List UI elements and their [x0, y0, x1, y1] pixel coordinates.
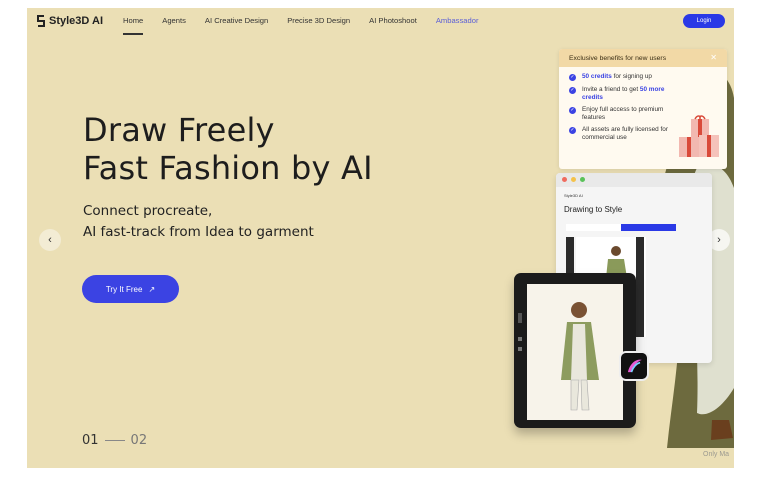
browser-tab-1: [566, 224, 621, 231]
login-button[interactable]: Login: [683, 14, 725, 28]
carousel-prev-button[interactable]: ‹: [39, 229, 61, 251]
logo[interactable]: Style3D AI: [36, 15, 103, 27]
nav-agents[interactable]: Agents: [162, 16, 186, 25]
chevron-left-icon: ‹: [48, 234, 52, 246]
logo-text: Style3D AI: [49, 15, 104, 27]
hero-stage: Style3D AI Home Agents AI Creative Desig…: [27, 8, 734, 468]
hero-title: Draw Freely Fast Fashion by AI: [83, 111, 373, 187]
browser-tabs: [566, 224, 676, 231]
browser-logo: Style3D AI: [564, 193, 583, 198]
benefit-item: ✓ 50 credits for signing up: [569, 73, 669, 81]
slide-pager: 01 02: [82, 433, 147, 448]
footer-text: Only Ma: [703, 451, 730, 458]
nav-ai-creative-design[interactable]: AI Creative Design: [205, 16, 268, 25]
try-it-free-button[interactable]: Try It Free ↗: [82, 275, 179, 303]
check-icon: ✓: [569, 87, 576, 94]
nav-ai-photoshoot[interactable]: AI Photoshoot: [369, 16, 417, 25]
try-it-free-label: Try It Free: [105, 284, 143, 294]
procreate-app-icon: [619, 351, 649, 381]
benefits-header-text: Exclusive benefits for new users: [569, 55, 667, 62]
check-icon: ✓: [569, 107, 576, 115]
check-icon: ✓: [569, 127, 576, 135]
tablet-toolbar: [518, 313, 522, 351]
hero-subtitle-line2: AI fast-track from Idea to garment: [83, 224, 314, 240]
pager-current[interactable]: 01: [82, 433, 99, 448]
benefits-header: Exclusive benefits for new users ✕: [559, 49, 727, 67]
style3d-logo-icon: [37, 15, 45, 27]
nav-links: Home Agents AI Creative Design Precise 3…: [123, 16, 479, 35]
benefit-item: ✓ Enjoy full access to premium features: [569, 106, 669, 121]
close-dot-icon: [562, 177, 567, 182]
browser-page-title: Drawing to Style: [564, 205, 623, 214]
benefit-item: ✓ Invite a friend to get 50 more credits: [569, 86, 669, 101]
check-icon: ✓: [569, 74, 576, 81]
close-icon[interactable]: ✕: [710, 53, 717, 62]
benefit-text: Enjoy full access to premium features: [582, 106, 664, 121]
browser-tab-2: [621, 224, 676, 231]
gift-box-icon: [679, 115, 719, 157]
benefit-text: 50 credits for signing up: [582, 73, 652, 80]
new-user-benefits-card: Exclusive benefits for new users ✕ ✓ 50 …: [559, 49, 727, 169]
arrow-up-right-icon: ↗: [148, 284, 156, 294]
hero-subtitle: Connect procreate, AI fast-track from Id…: [83, 201, 314, 243]
nav-home[interactable]: Home: [123, 16, 144, 35]
tablet-mockup: [514, 273, 636, 428]
top-nav: Style3D AI Home Agents AI Creative Desig…: [27, 8, 734, 38]
hero-title-line2: Fast Fashion by AI: [83, 149, 373, 187]
benefit-text: Invite a friend to get 50 more credits: [582, 86, 665, 101]
maximize-dot-icon: [580, 177, 585, 182]
browser-titlebar: [556, 173, 712, 187]
nav-precise-3d-design[interactable]: Precise 3D Design: [287, 16, 350, 25]
browser-panel-strip-right: [636, 237, 644, 337]
hero-title-line1: Draw Freely: [83, 111, 275, 149]
chevron-right-icon: ›: [717, 234, 721, 246]
procreate-canvas-image: [527, 284, 623, 420]
benefit-item: ✓ All assets are fully licensed for comm…: [569, 126, 669, 141]
pager-next[interactable]: 02: [131, 433, 148, 448]
hero-subtitle-line1: Connect procreate,: [83, 203, 213, 219]
minimize-dot-icon: [571, 177, 576, 182]
pager-divider: [104, 440, 125, 441]
nav-ambassador[interactable]: Ambassador: [436, 16, 479, 25]
benefit-text: All assets are fully licensed for commer…: [582, 126, 668, 141]
